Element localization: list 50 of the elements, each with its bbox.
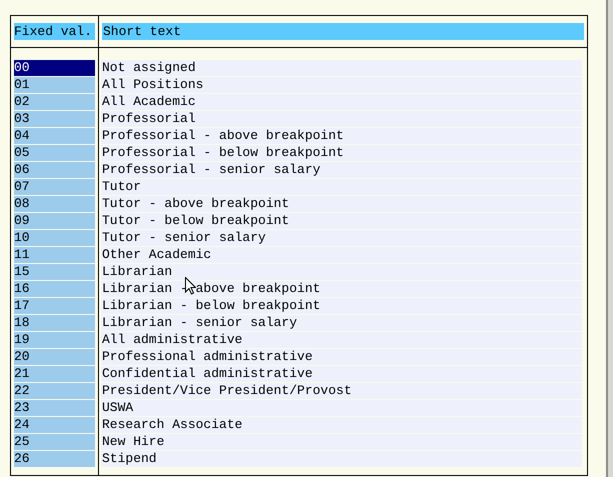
short-text-cell[interactable]: Librarian [101,264,582,280]
fixed-value-cell[interactable]: 08 [14,196,95,212]
fixed-value-cell[interactable]: 06 [14,162,95,178]
fixed-value-cell[interactable]: 25 [14,434,95,450]
fixed-value-cell[interactable]: 09 [14,213,95,229]
short-text-cell[interactable]: Confidential administrative [101,366,582,382]
short-text-cell[interactable]: Tutor - below breakpoint [101,213,582,229]
short-text-cell[interactable]: All administrative [101,332,582,348]
fixed-value-cell[interactable]: 15 [14,264,95,280]
fixed-value-cell[interactable]: 22 [14,383,95,399]
short-text-cell[interactable]: Not assigned [101,60,582,76]
fixed-value-cell[interactable]: 07 [14,179,95,195]
fixed-value-cell[interactable]: 02 [14,94,95,110]
short-text-cell[interactable]: Other Academic [101,247,582,263]
short-text-cell[interactable]: Research Associate [101,417,582,433]
short-text-cell[interactable]: All Academic [101,94,582,110]
short-text-cell[interactable]: President/Vice President/Provost [101,383,582,399]
short-text-cell[interactable]: All Positions [101,77,582,93]
fixed-value-cell[interactable]: 19 [14,332,95,348]
short-text-cell[interactable]: New Hire [101,434,582,450]
short-text-cell[interactable]: Professorial - below breakpoint [101,145,582,161]
column-header[interactable]: Fixed val. [14,23,95,40]
short-text-cell[interactable]: Stipend [101,451,582,467]
fixed-value-cell[interactable]: 11 [14,247,95,263]
short-text-cell[interactable]: Tutor [101,179,582,195]
short-text-cell[interactable]: Professorial - senior salary [101,162,582,178]
short-text-cell[interactable]: Librarian - senior salary [101,315,582,331]
fixed-value-cell[interactable]: 24 [14,417,95,433]
column-header[interactable]: Short text [102,23,584,40]
fixed-value-cell[interactable]: 10 [14,230,95,246]
fixed-value-cell[interactable]: 23 [14,400,95,416]
short-text-cell[interactable]: Tutor - senior salary [101,230,582,246]
fixed-value-cell[interactable]: 26 [14,451,95,467]
fixed-value-cell[interactable]: 17 [14,298,95,314]
fixed-value-cell[interactable]: 16 [14,281,95,297]
short-text-cell[interactable]: Professorial - above breakpoint [101,128,582,144]
fixed-value-cell[interactable]: 20 [14,349,95,365]
fixed-value-cell[interactable]: 05 [14,145,95,161]
short-text-cell[interactable]: USWA [101,400,582,416]
short-text-cell[interactable]: Professorial [101,111,582,127]
fixed-value-cell[interactable]: 03 [14,111,95,127]
fixed-value-cell[interactable]: 04 [14,128,95,144]
short-text-cell[interactable]: Librarian - below breakpoint [101,298,582,314]
fixed-value-cell[interactable]: 18 [14,315,95,331]
mouse-cursor-icon [185,277,196,295]
fixed-value-cell[interactable]: 00 [14,60,95,76]
short-text-cell[interactable]: Professional administrative [101,349,582,365]
fixed-value-cell[interactable]: 01 [14,77,95,93]
short-text-cell[interactable]: Tutor - above breakpoint [101,196,582,212]
fixed-value-cell[interactable]: 21 [14,366,95,382]
